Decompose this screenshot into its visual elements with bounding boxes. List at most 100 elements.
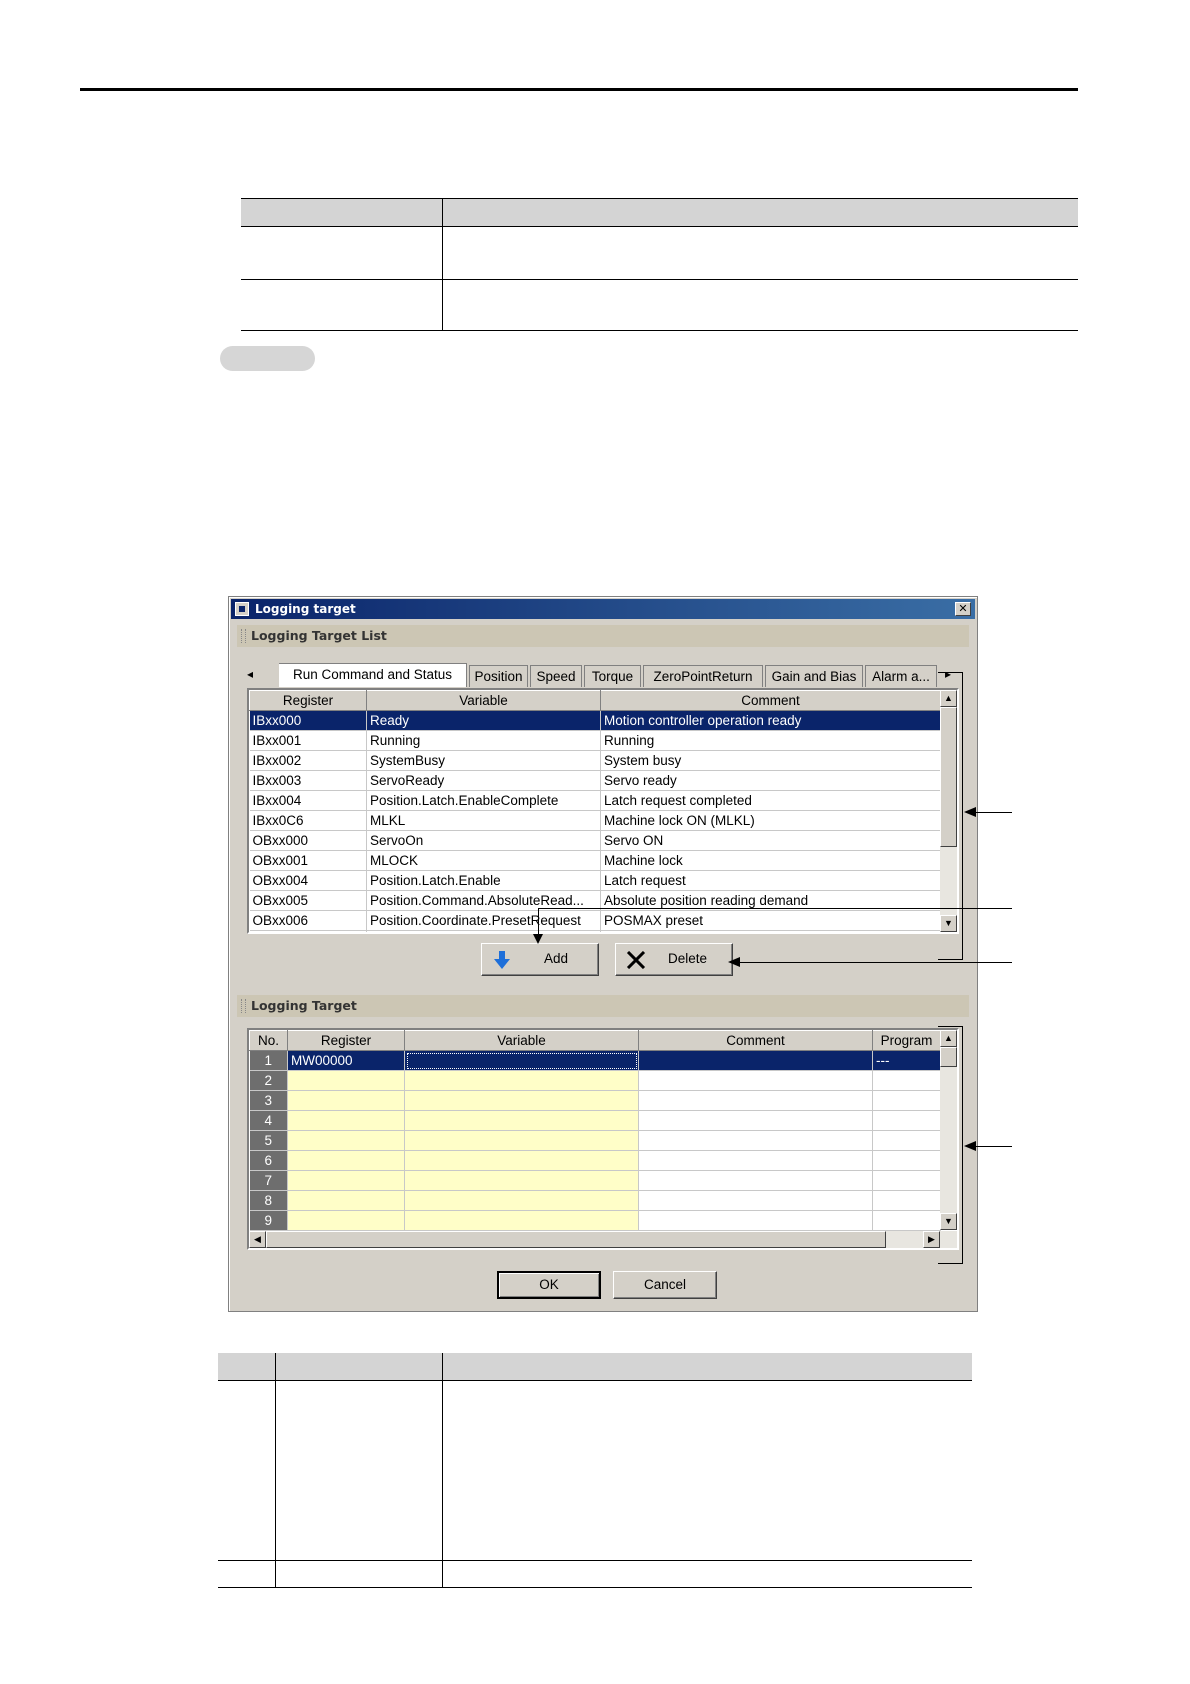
- variable-cell[interactable]: [404, 1110, 639, 1131]
- program-cell[interactable]: ---: [872, 1050, 941, 1071]
- variable-cell[interactable]: [404, 1210, 639, 1231]
- variable-cell[interactable]: MLKL: [366, 810, 601, 831]
- comment-cell[interactable]: POSMAX preset: [600, 910, 941, 931]
- variable-cell[interactable]: [404, 1150, 639, 1171]
- register-cell[interactable]: [287, 1070, 405, 1091]
- column-header-register[interactable]: Register: [249, 690, 367, 711]
- list-row[interactable]: OBxx001 MLOCK Machine lock: [249, 850, 941, 871]
- comment-cell[interactable]: Latch request completed: [600, 790, 941, 811]
- variable-cell[interactable]: Position.Coordinate.PresetRequest: [366, 910, 601, 931]
- register-cell[interactable]: IBxx001: [249, 730, 367, 751]
- list-row[interactable]: OBxx004 Position.Latch.Enable Latch reques…: [249, 870, 941, 891]
- register-cell[interactable]: IBxx000: [249, 710, 367, 731]
- comment-cell[interactable]: [638, 1090, 873, 1111]
- register-cell[interactable]: [287, 1190, 405, 1211]
- register-cell[interactable]: OBxx001: [249, 850, 367, 871]
- target-horizontal-scrollbar[interactable]: ◀ ▶: [249, 1231, 957, 1248]
- target-row[interactable]: 9: [249, 1210, 941, 1231]
- register-cell[interactable]: MW00000: [287, 1050, 405, 1071]
- target-row[interactable]: 2: [249, 1070, 941, 1091]
- column-header-variable[interactable]: Variable: [366, 690, 601, 711]
- variable-cell[interactable]: [404, 1070, 639, 1091]
- column-header-comment[interactable]: Comment: [638, 1030, 873, 1051]
- variable-cell[interactable]: Ready: [366, 710, 601, 731]
- list-row[interactable]: IBxx0C6 MLKL Machine lock ON (MLKL): [249, 810, 941, 831]
- variable-cell[interactable]: [404, 1170, 639, 1191]
- variable-cell[interactable]: Position.AbsEncoder.AbsDataRec...: [366, 930, 601, 932]
- comment-cell[interactable]: [638, 1150, 873, 1171]
- cancel-button[interactable]: Cancel: [613, 1271, 717, 1299]
- register-cell[interactable]: [287, 1090, 405, 1111]
- tab-position[interactable]: Position: [469, 665, 528, 687]
- comment-cell[interactable]: [638, 1110, 873, 1131]
- variable-cell[interactable]: SystemBusy: [366, 750, 601, 771]
- register-cell[interactable]: IBxx003: [249, 770, 367, 791]
- program-cell[interactable]: [872, 1090, 941, 1111]
- tab-torque[interactable]: Torque: [584, 665, 641, 687]
- column-header-program[interactable]: Program: [872, 1030, 941, 1051]
- tab-run-command-and-status[interactable]: Run Command and Status: [279, 663, 467, 687]
- variable-cell[interactable]: MLOCK: [366, 850, 601, 871]
- tab-gain-and-bias[interactable]: Gain and Bias: [765, 665, 863, 687]
- comment-cell[interactable]: Running: [600, 730, 941, 751]
- variable-cell[interactable]: ServoOn: [366, 830, 601, 851]
- program-cell[interactable]: [872, 1070, 941, 1091]
- register-cell[interactable]: [287, 1130, 405, 1151]
- list-row[interactable]: IBxx004 Position.Latch.EnableComplete Latc…: [249, 790, 941, 811]
- comment-cell[interactable]: [638, 1190, 873, 1211]
- program-cell[interactable]: [872, 1150, 941, 1171]
- column-header-register[interactable]: Register: [287, 1030, 405, 1051]
- comment-cell[interactable]: Machine lock ON (MLKL): [600, 810, 941, 831]
- column-header-no[interactable]: No.: [249, 1030, 288, 1051]
- comment-cell[interactable]: Latch request: [600, 870, 941, 891]
- register-cell[interactable]: OBxx004: [249, 870, 367, 891]
- target-row[interactable]: 4: [249, 1110, 941, 1131]
- tab-scroll-left-button[interactable]: ◂: [247, 667, 259, 681]
- program-cell[interactable]: [872, 1190, 941, 1211]
- variable-cell[interactable]: [404, 1050, 639, 1071]
- register-cell[interactable]: IBxx0C6: [249, 810, 367, 831]
- register-cell[interactable]: IBxx004: [249, 790, 367, 811]
- variable-cell[interactable]: ServoReady: [366, 770, 601, 791]
- list-row[interactable]: IBxx000 Ready Motion controller operation …: [249, 710, 941, 731]
- list-row[interactable]: OBxx000 ServoOn Servo ON: [249, 830, 941, 851]
- variable-cell[interactable]: Running: [366, 730, 601, 751]
- comment-cell[interactable]: Infinite length axis position informatio…: [600, 930, 941, 932]
- register-cell[interactable]: OBxx006: [249, 910, 367, 931]
- variable-cell[interactable]: [404, 1090, 639, 1111]
- comment-cell[interactable]: [638, 1050, 873, 1071]
- column-header-variable[interactable]: Variable: [404, 1030, 639, 1051]
- comment-cell[interactable]: Machine lock: [600, 850, 941, 871]
- scroll-thumb[interactable]: [266, 1231, 886, 1248]
- list-row[interactable]: OBxx006 Position.Coordinate.PresetRequest…: [249, 910, 941, 931]
- register-cell[interactable]: IBxx002: [249, 750, 367, 771]
- comment-cell[interactable]: [638, 1170, 873, 1191]
- comment-cell[interactable]: Servo ON: [600, 830, 941, 851]
- program-cell[interactable]: [872, 1210, 941, 1231]
- tab-speed[interactable]: Speed: [530, 665, 582, 687]
- variable-cell[interactable]: [404, 1130, 639, 1151]
- program-cell[interactable]: [872, 1110, 941, 1131]
- target-row[interactable]: 5: [249, 1130, 941, 1151]
- list-row[interactable]: IBxx001 Running Running: [249, 730, 941, 751]
- target-row[interactable]: 8: [249, 1190, 941, 1211]
- tab-alarm[interactable]: Alarm a...: [865, 665, 937, 687]
- variable-cell[interactable]: Position.Latch.EnableComplete: [366, 790, 601, 811]
- target-row[interactable]: 3: [249, 1090, 941, 1111]
- variable-cell[interactable]: Position.Latch.Enable: [366, 870, 601, 891]
- list-row[interactable]: IBxx003 ServoReady Servo ready: [249, 770, 941, 791]
- register-cell[interactable]: [287, 1150, 405, 1171]
- target-row[interactable]: 7: [249, 1170, 941, 1191]
- comment-cell[interactable]: System busy: [600, 750, 941, 771]
- comment-cell[interactable]: [638, 1070, 873, 1091]
- close-button[interactable]: ✕: [955, 602, 971, 616]
- program-cell[interactable]: [872, 1170, 941, 1191]
- comment-cell[interactable]: Motion controller operation ready: [600, 710, 941, 731]
- comment-cell[interactable]: [638, 1130, 873, 1151]
- register-cell[interactable]: OBxx000: [249, 830, 367, 851]
- add-button[interactable]: Add: [481, 943, 599, 976]
- list-row[interactable]: IBxx002 SystemBusy System busy: [249, 750, 941, 771]
- program-cell[interactable]: [872, 1130, 941, 1151]
- variable-cell[interactable]: [404, 1190, 639, 1211]
- target-row[interactable]: 1 MW00000 ---: [249, 1050, 941, 1071]
